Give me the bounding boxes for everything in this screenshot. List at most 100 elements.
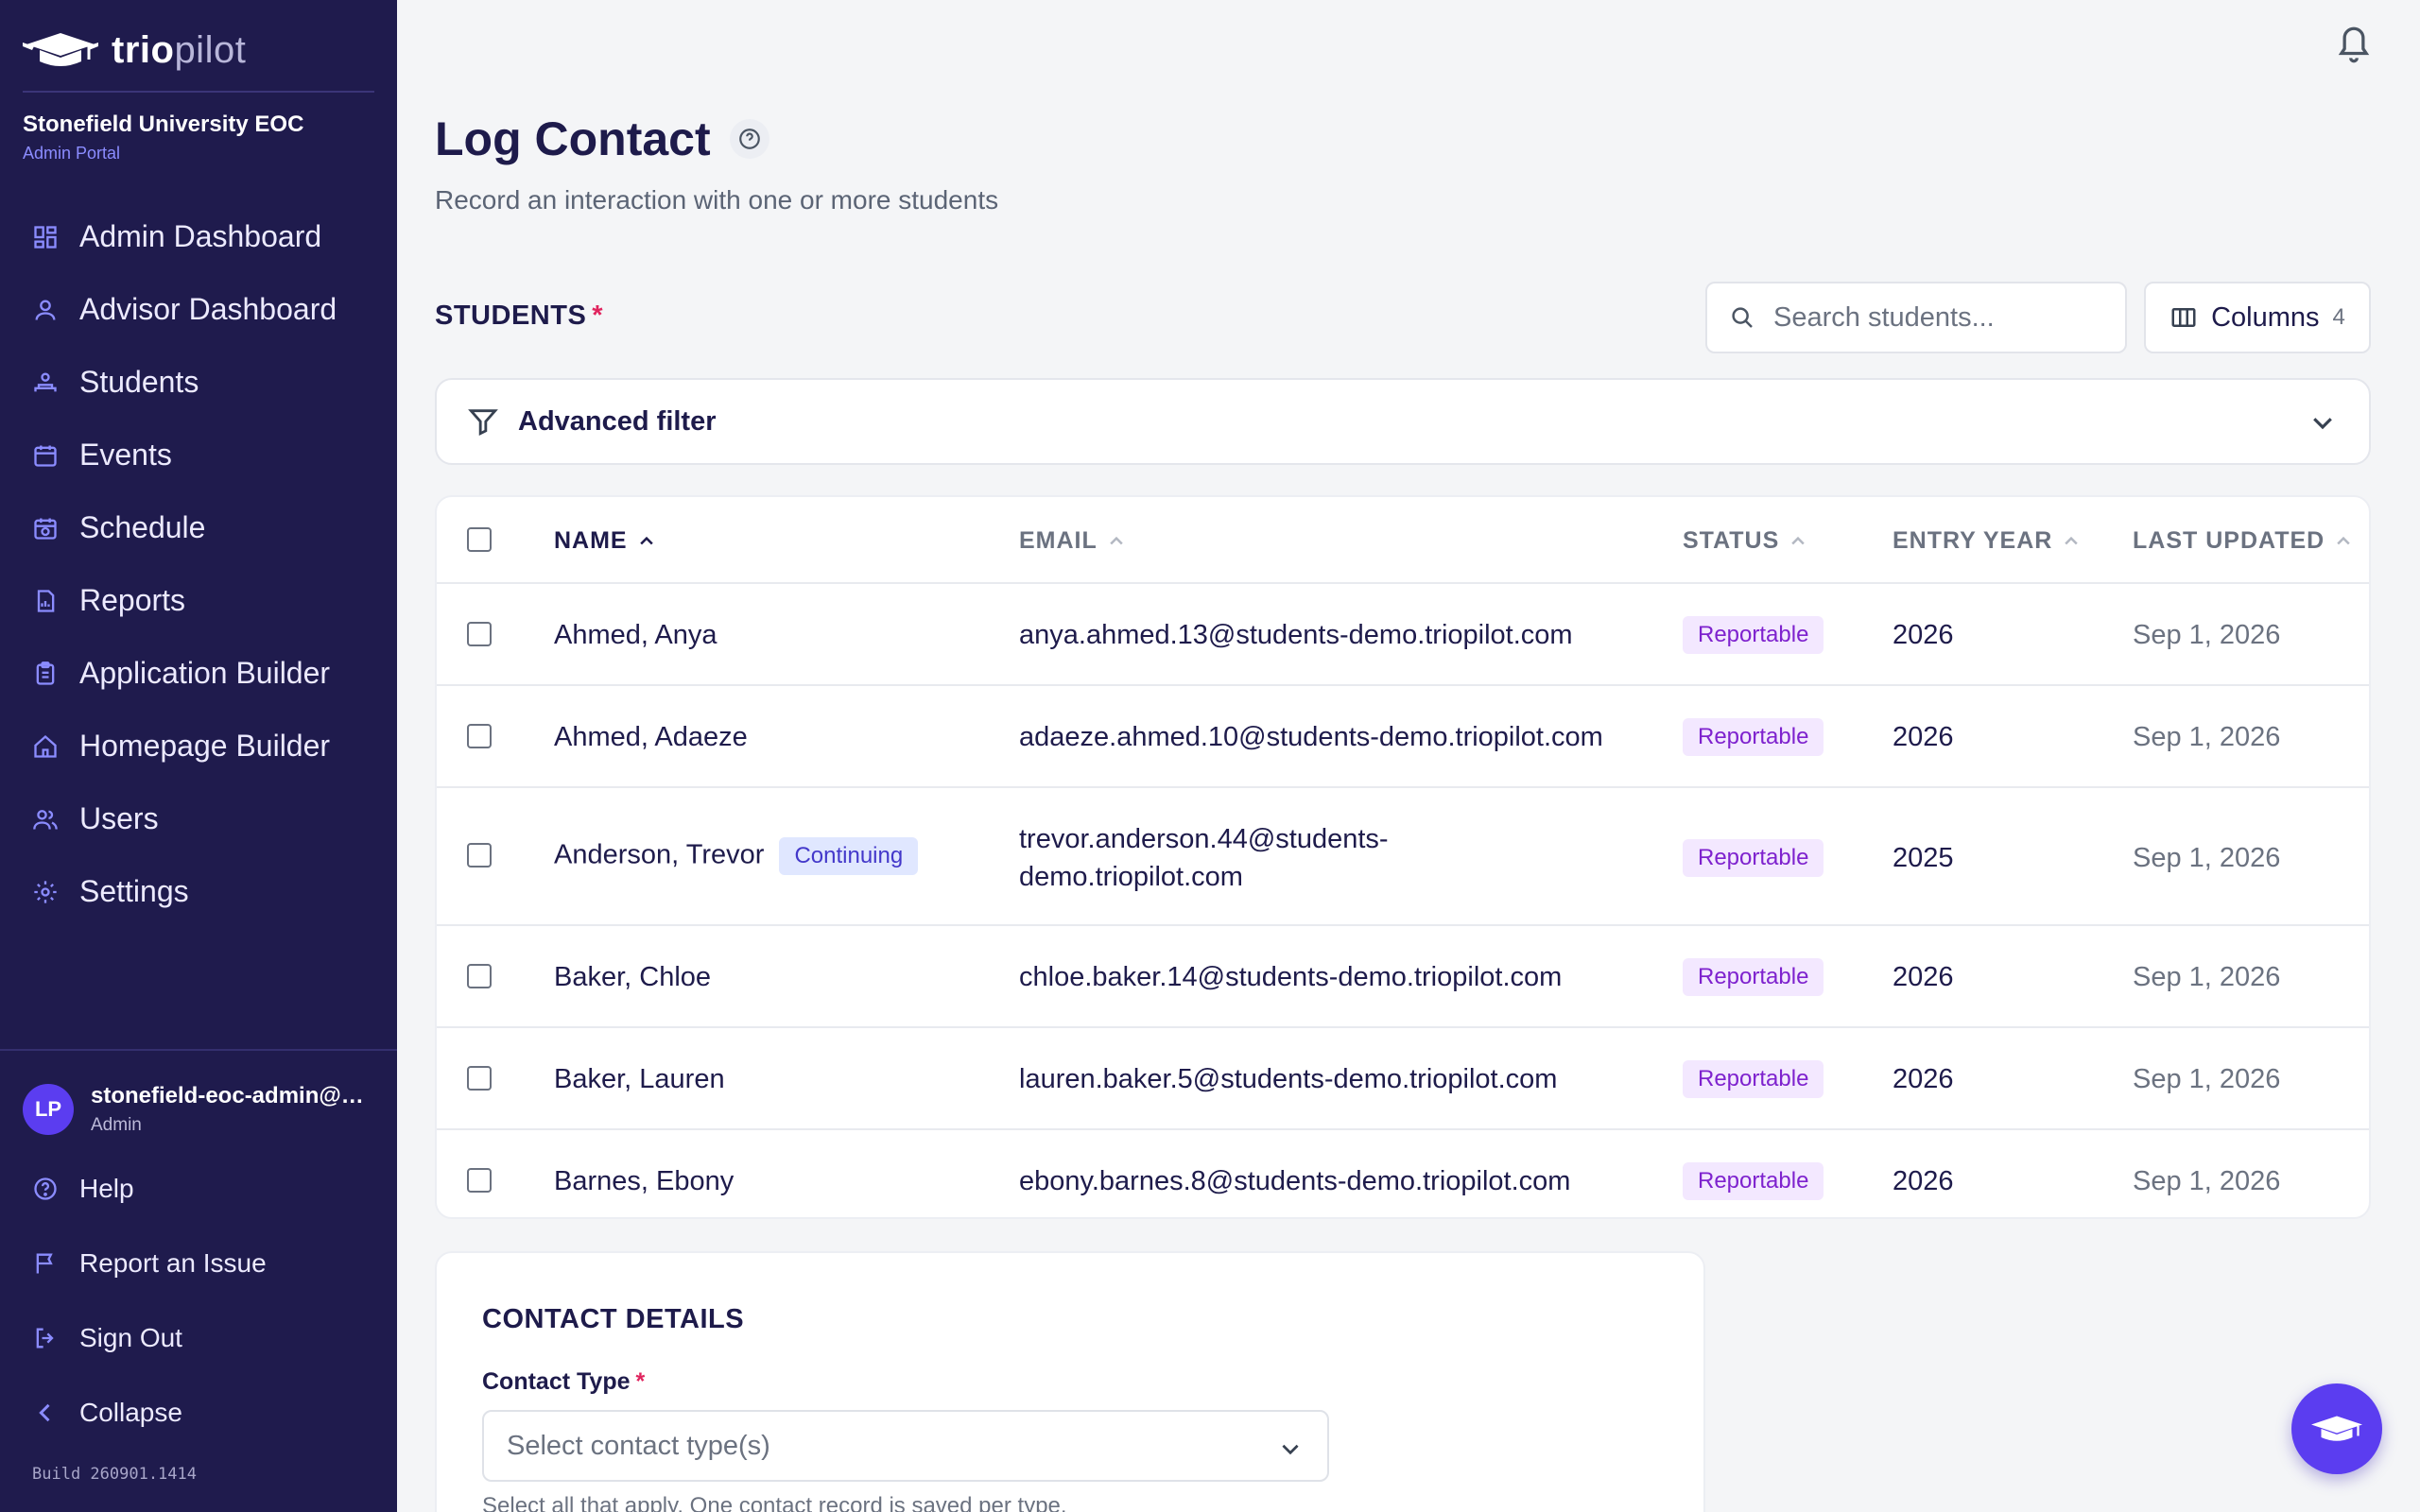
table-row[interactable]: Baker, Chloe chloe.baker.14@students-dem… (437, 926, 2369, 1028)
search-input[interactable] (1773, 301, 2114, 334)
sign-out-link[interactable]: Sign Out (0, 1300, 397, 1375)
brand-name: triopilot (112, 28, 247, 71)
search-icon (1732, 307, 1753, 328)
table-row[interactable]: Barnes, Ebony ebony.barnes.8@students-de… (437, 1130, 2369, 1217)
student-name[interactable]: Barnes, Ebony (554, 1166, 734, 1197)
question-icon (738, 129, 760, 149)
row-checkbox[interactable] (467, 724, 492, 748)
entry-year: 2026 (1893, 962, 1954, 992)
help-label: Help (79, 1173, 134, 1203)
main-nav: Admin Dashboard Advisor Dashboard Studen… (0, 200, 397, 928)
schedule-icon (34, 518, 57, 540)
column-header-email[interactable]: EMAIL (1019, 527, 1126, 555)
nav-item-advisor-dashboard[interactable]: Advisor Dashboard (0, 273, 397, 346)
columns-button[interactable]: Columns 4 (2144, 282, 2371, 353)
entry-year: 2026 (1893, 620, 1954, 650)
chevron-down-icon (2313, 418, 2332, 430)
row-checkbox[interactable] (467, 964, 492, 988)
help-link[interactable]: Help (0, 1151, 397, 1226)
last-updated: Sep 1, 2026 (2133, 1166, 2281, 1196)
report-icon (37, 589, 55, 612)
last-updated: Sep 1, 2026 (2133, 620, 2281, 650)
columns-icon (2171, 308, 2196, 327)
column-header-name[interactable]: NAME (554, 527, 656, 555)
column-header-entry-year[interactable]: ENTRY YEAR (1893, 527, 2081, 555)
nav-item-schedule[interactable]: Schedule (0, 491, 397, 564)
columns-label: Columns (2211, 301, 2320, 333)
student-email: ebony.barnes.8@students-demo.triopilot.c… (1019, 1166, 1571, 1196)
sidebar: triopilot Stonefield University EOC Admi… (0, 0, 397, 1512)
sort-icon (2337, 536, 2350, 544)
footer-nav: Help Report an Issue Sign Out Collapse (0, 1151, 397, 1450)
nav-label: Schedule (79, 510, 206, 544)
student-name[interactable]: Ahmed, Adaeze (554, 722, 748, 753)
row-checkbox[interactable] (467, 1168, 492, 1193)
table-row[interactable]: Ahmed, Adaeze adaeze.ahmed.10@students-d… (437, 686, 2369, 788)
status-badge: Reportable (1683, 839, 1824, 877)
collapse-button[interactable]: Collapse (0, 1375, 397, 1450)
last-updated: Sep 1, 2026 (2133, 843, 2281, 873)
users-icon (33, 809, 58, 830)
nav-item-homepage-builder[interactable]: Homepage Builder (0, 710, 397, 782)
chevron-left-icon (39, 1403, 50, 1421)
table-row[interactable]: Baker, Lauren lauren.baker.5@students-de… (437, 1028, 2369, 1130)
required-mark: * (592, 301, 604, 331)
advanced-filter-toggle[interactable]: Advanced filter (435, 378, 2371, 465)
collapse-label: Collapse (79, 1397, 182, 1427)
continuing-tag: Continuing (779, 837, 919, 875)
students-section-title: STUDENTS * (435, 301, 604, 331)
student-email: lauren.baker.5@students-demo.triopilot.c… (1019, 1064, 1558, 1094)
person-icon (35, 300, 56, 320)
contact-type-select[interactable]: Select contact type(s) (482, 1410, 1329, 1482)
sign-out-label: Sign Out (79, 1322, 182, 1352)
nav-label: Students (79, 365, 199, 399)
row-checkbox[interactable] (467, 1066, 492, 1091)
sort-asc-icon (639, 536, 653, 544)
table-row[interactable]: Ahmed, Anya anya.ahmed.13@students-demo.… (437, 584, 2369, 686)
row-checkbox[interactable] (467, 622, 492, 646)
student-name[interactable]: Baker, Chloe (554, 962, 711, 993)
nav-item-reports[interactable]: Reports (0, 564, 397, 637)
sort-icon (1110, 536, 1123, 544)
sidebar-divider (0, 1049, 397, 1051)
column-header-last-updated[interactable]: LAST UPDATED (2133, 527, 2353, 555)
org-info: Stonefield University EOC Admin Portal (23, 112, 303, 163)
contact-details-card: CONTACT DETAILS Contact Type * Select con… (435, 1251, 1705, 1512)
required-mark: * (635, 1368, 646, 1395)
last-updated: Sep 1, 2026 (2133, 1064, 2281, 1094)
calendar-icon (34, 445, 57, 467)
student-name[interactable]: Anderson, Trevor (554, 840, 764, 870)
clipboard-icon (36, 661, 55, 685)
student-name[interactable]: Baker, Lauren (554, 1064, 725, 1095)
nav-label: Reports (79, 583, 186, 617)
nav-label: Application Builder (79, 656, 331, 690)
bell-icon[interactable] (2335, 21, 2373, 64)
sign-out-icon (36, 1328, 54, 1348)
last-updated: Sep 1, 2026 (2133, 722, 2281, 752)
student-name[interactable]: Ahmed, Anya (554, 620, 717, 651)
user-profile[interactable]: LP stonefield-eoc-admin@demo.triopilot.c… (23, 1083, 374, 1136)
nav-item-events[interactable]: Events (0, 419, 397, 491)
nav-item-settings[interactable]: Settings (0, 855, 397, 928)
nav-item-students[interactable]: Students (0, 346, 397, 419)
nav-item-admin-dashboard[interactable]: Admin Dashboard (0, 200, 397, 273)
status-badge: Reportable (1683, 958, 1824, 996)
select-all-checkbox[interactable] (467, 527, 492, 552)
table-row[interactable]: Anderson, Trevor Continuing trevor.anders… (437, 788, 2369, 926)
brand-divider (23, 91, 374, 93)
mortarboard-logo-icon (23, 33, 98, 66)
student-search (1705, 282, 2127, 353)
brand-logo[interactable]: triopilot (23, 26, 246, 74)
column-header-status[interactable]: STATUS (1683, 527, 1807, 555)
nav-item-application-builder[interactable]: Application Builder (0, 637, 397, 710)
nav-item-users[interactable]: Users (0, 782, 397, 855)
report-issue-link[interactable]: Report an Issue (0, 1226, 397, 1300)
gear-icon (34, 880, 57, 903)
chevron-down-icon (1282, 1444, 1299, 1455)
home-icon (34, 734, 57, 758)
assistant-fab-button[interactable] (2291, 1383, 2382, 1474)
page-help-button[interactable] (729, 119, 769, 159)
row-checkbox[interactable] (467, 843, 492, 868)
org-name: Stonefield University EOC (23, 112, 304, 137)
contact-details-title: CONTACT DETAILS (482, 1304, 745, 1334)
